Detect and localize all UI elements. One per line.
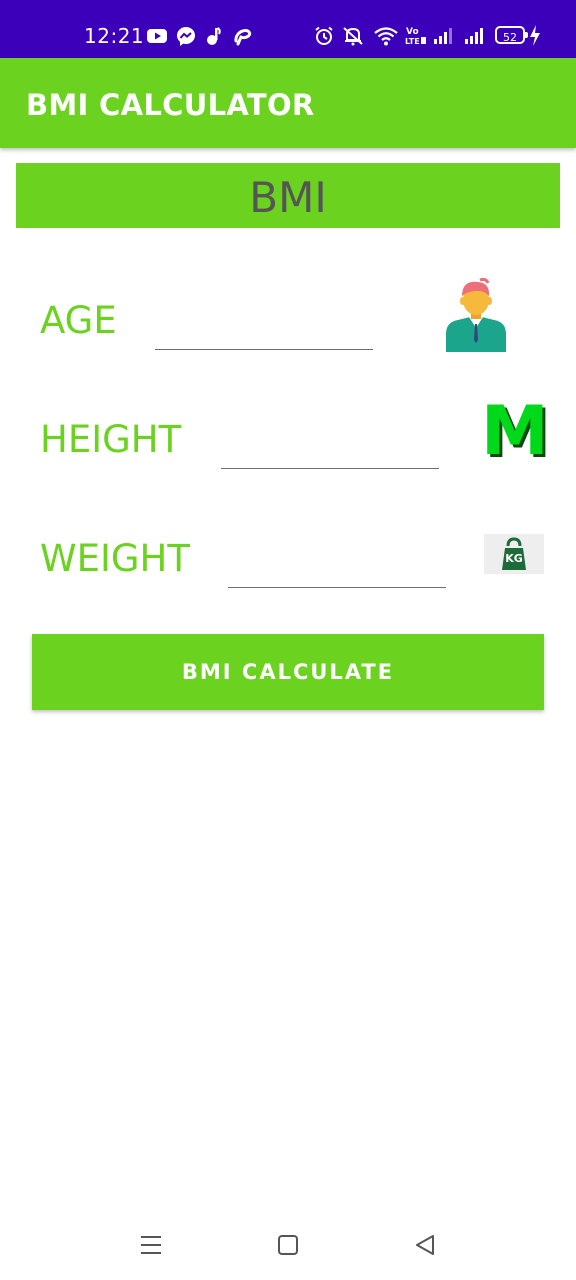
height-input[interactable]: [221, 442, 439, 469]
signal-icon: [465, 28, 483, 44]
age-label: AGE: [40, 299, 117, 342]
battery-icon: 52: [495, 26, 525, 44]
status-time: 12:21: [84, 24, 145, 48]
status-bar: 12:21 Vo LTE 52: [0, 0, 576, 58]
menu-icon[interactable]: [139, 1234, 163, 1256]
charging-icon: [530, 25, 540, 46]
app-bar: BMI CALCULATOR: [0, 58, 576, 148]
bmi-banner: BMI: [16, 163, 560, 228]
battery-tip: [525, 32, 528, 38]
volte-icon: Vo LTE: [405, 27, 426, 46]
alarm-icon: [315, 26, 333, 45]
weight-label: WEIGHT: [40, 537, 190, 580]
messenger-icon: [177, 27, 195, 46]
battery-level: 52: [503, 31, 517, 44]
wifi-icon: [374, 27, 398, 46]
bmi-banner-text: BMI: [249, 173, 327, 222]
age-input[interactable]: [155, 323, 373, 350]
signal-icon: [434, 28, 452, 44]
meter-icon: M: [481, 396, 549, 468]
youtube-icon: [147, 29, 167, 43]
app-title: BMI CALCULATOR: [26, 88, 315, 122]
mute-icon: [343, 27, 363, 46]
music-icon: [207, 27, 221, 45]
height-label: HEIGHT: [40, 418, 182, 461]
person-icon: [446, 278, 506, 352]
weight-icon-text: KG: [505, 552, 523, 565]
weight-input[interactable]: [228, 561, 446, 588]
svg-text:Vo: Vo: [406, 27, 419, 37]
airtel-icon: [234, 28, 252, 46]
back-icon[interactable]: [414, 1233, 436, 1257]
meter-icon-text: M: [481, 392, 549, 471]
weight-icon: KG: [484, 534, 544, 574]
bmi-calculate-button[interactable]: BMI CALCULATE: [32, 634, 544, 710]
svg-text:LTE: LTE: [405, 37, 420, 46]
home-icon[interactable]: [277, 1234, 299, 1256]
